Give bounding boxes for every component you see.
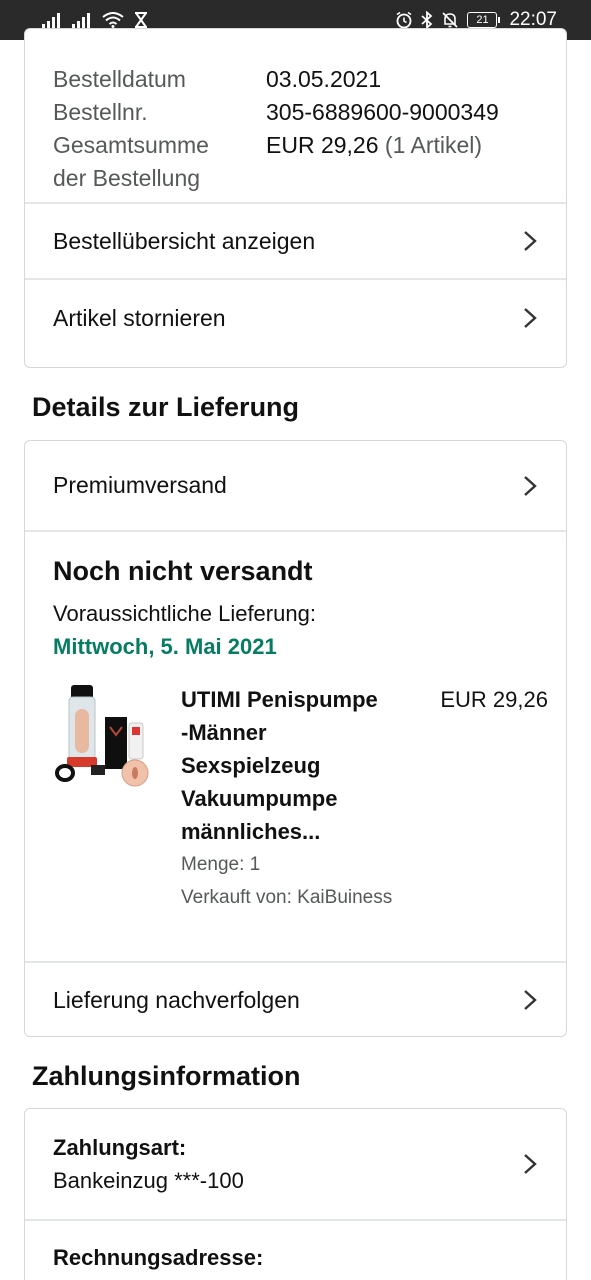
product-image[interactable] bbox=[55, 683, 153, 787]
chevron-right-icon bbox=[524, 1154, 537, 1174]
track-delivery-label: Lieferung nachverfolgen bbox=[53, 986, 300, 1013]
order-number-label: Bestellnr. bbox=[53, 99, 148, 125]
payment-card: Zahlungsart: Bankeinzug ***-100 Rechnung… bbox=[24, 1108, 567, 1280]
product-title-line: männliches... bbox=[181, 819, 321, 844]
wifi-icon bbox=[102, 12, 124, 28]
product-title-line: UTIMI Penispumpe bbox=[181, 687, 378, 712]
product-price: EUR 29,26 bbox=[440, 687, 548, 712]
product-thumbnail-icon bbox=[55, 685, 149, 787]
bluetooth-icon bbox=[421, 11, 433, 29]
signal-icon bbox=[42, 12, 62, 28]
payment-method-label: Zahlungsart: bbox=[53, 1135, 187, 1160]
delivery-section-title: Details zur Lieferung bbox=[32, 392, 300, 422]
order-total-items: (1 Artikel) bbox=[384, 132, 483, 158]
billing-address-label: Rechnungsadresse: bbox=[53, 1245, 264, 1270]
mute-bell-icon bbox=[441, 11, 459, 29]
battery-icon: 21 bbox=[467, 12, 501, 28]
delivery-card: Premiumversand Noch nicht versandt Vorau… bbox=[24, 440, 567, 1037]
status-bar-left bbox=[42, 12, 148, 28]
divider bbox=[25, 1219, 566, 1221]
product-title-line: Sexspielzeug bbox=[181, 753, 321, 778]
chevron-right-icon bbox=[524, 308, 537, 328]
hourglass-icon bbox=[134, 12, 148, 28]
chevron-right-icon bbox=[524, 231, 537, 251]
view-order-summary-link[interactable]: Bestellübersicht anzeigen bbox=[25, 204, 566, 278]
order-total: EUR 29,26 (1 Artikel) bbox=[266, 129, 482, 162]
chevron-right-icon bbox=[524, 990, 537, 1010]
order-total-label-line1: Gesamtsumme bbox=[53, 132, 209, 158]
product-quantity: Menge: 1 bbox=[181, 854, 261, 875]
divider bbox=[25, 530, 566, 532]
view-order-summary-label: Bestellübersicht anzeigen bbox=[53, 227, 316, 254]
chevron-right-icon bbox=[524, 475, 537, 496]
shipping-method-link[interactable]: Premiumversand bbox=[25, 441, 566, 530]
alarm-icon bbox=[395, 11, 413, 29]
cancel-items-label: Artikel stornieren bbox=[53, 304, 226, 331]
order-date-value: 03.05.2021 bbox=[266, 66, 382, 92]
signal-icon-2 bbox=[72, 12, 92, 28]
order-number-value: 305-6889600-9000349 bbox=[266, 99, 499, 125]
expected-delivery-label: Voraussichtliche Lieferung: bbox=[53, 601, 316, 626]
order-total-value: EUR 29,26 bbox=[266, 132, 379, 158]
product-title[interactable]: UTIMI Penispumpe -Männer Sexspielzeug Va… bbox=[181, 683, 411, 848]
order-summary-card: Bestelldatum 03.05.2021 Bestellnr. 305-6… bbox=[24, 28, 567, 368]
order-date-label: Bestelldatum bbox=[53, 66, 186, 92]
payment-method-link[interactable] bbox=[25, 1109, 566, 1219]
product-title-line: Vakuumpumpe bbox=[181, 786, 338, 811]
product-seller: Verkauft von: KaiBuiness bbox=[181, 887, 393, 908]
order-total-label-line2: der Bestellung bbox=[53, 165, 201, 191]
track-delivery-link[interactable]: Lieferung nachverfolgen bbox=[25, 963, 566, 1036]
cancel-items-link[interactable]: Artikel stornieren bbox=[25, 280, 566, 356]
payment-section-title: Zahlungsinformation bbox=[32, 1061, 301, 1091]
shipment-status: Noch nicht versandt bbox=[53, 556, 313, 586]
product-title-line: -Männer bbox=[181, 720, 267, 745]
expected-delivery-date: Mittwoch, 5. Mai 2021 bbox=[53, 634, 277, 659]
payment-method-value: Bankeinzug ***-100 bbox=[53, 1168, 244, 1193]
shipping-method-label: Premiumversand bbox=[53, 472, 227, 498]
